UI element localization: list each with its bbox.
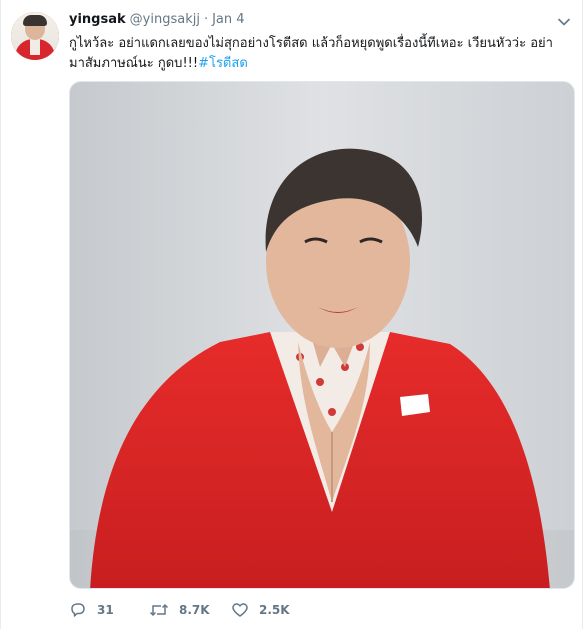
tweet-text-line-1: กูไหว้ละ อย่าแดกเลยของไม่สุกอย่างโรตีสด … <box>69 36 553 51</box>
tweet-text-line-2: มาสัมภาษณ์นะ กูดบ!!!#โรตีสด <box>69 54 559 74</box>
reply-button[interactable]: 31 <box>69 601 129 619</box>
avatar[interactable] <box>11 12 59 60</box>
like-button[interactable]: 2.5K <box>231 601 301 619</box>
retweet-icon <box>149 603 169 617</box>
tweet-text-line-2-prefix: มาสัมภาษณ์นะ กูดบ!!! <box>69 56 199 71</box>
tweet-card[interactable]: yingsak @yingsakjj · Jan 4 กูไหว้ละ อย่า… <box>0 0 583 629</box>
retweet-button[interactable]: 8.7K <box>149 601 219 619</box>
like-count: 2.5K <box>259 603 290 617</box>
hashtag-link[interactable]: #โรตีสด <box>198 56 248 71</box>
shirt-dot <box>328 408 336 416</box>
display-name[interactable]: yingsak <box>69 12 126 27</box>
reply-icon <box>71 603 85 617</box>
chevron-down-icon[interactable] <box>557 14 571 28</box>
retweet-count: 8.7K <box>179 603 210 617</box>
tweet-header: yingsak @yingsakjj · Jan 4 <box>69 12 245 30</box>
tweet-text: กูไหว้ละ อย่าแดกเลยของไม่สุกอย่างโรตีสด … <box>69 34 559 74</box>
avatar-shirt <box>30 39 40 55</box>
heart-icon <box>232 603 248 617</box>
chevron-down-icon-svg <box>558 18 570 26</box>
reply-count: 31 <box>97 603 114 617</box>
shirt-dot <box>316 378 324 386</box>
separator-dot: · <box>203 12 209 27</box>
photo-illustration <box>70 82 574 588</box>
tweet-photo[interactable] <box>69 81 575 589</box>
user-handle[interactable]: @yingsakjj <box>130 12 200 27</box>
avatar-hair <box>23 15 47 26</box>
tweet-date[interactable]: Jan 4 <box>212 12 244 27</box>
